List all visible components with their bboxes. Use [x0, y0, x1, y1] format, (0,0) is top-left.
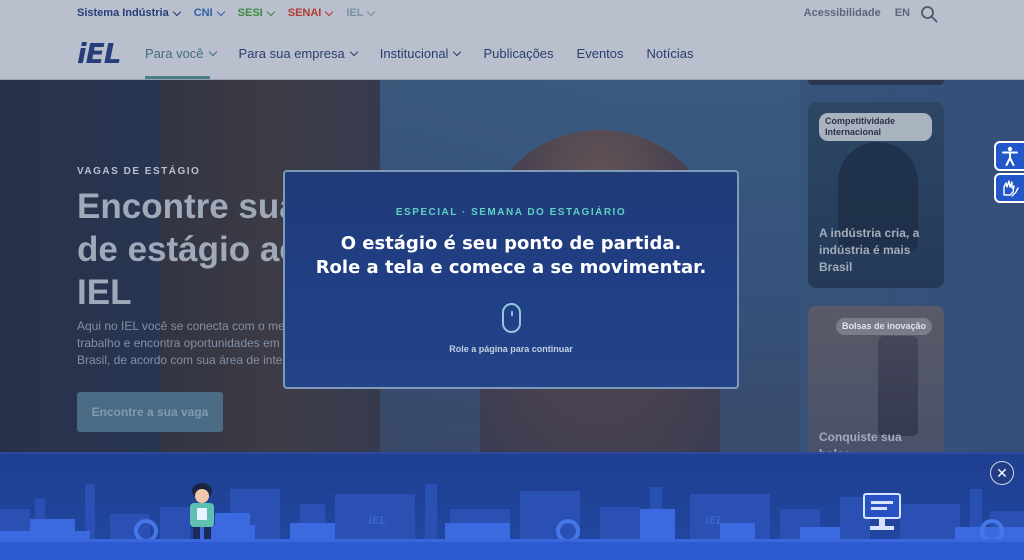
- close-icon: ✕: [996, 465, 1008, 481]
- internship-week-modal: ESPECIAL · SEMANA DO ESTAGIÁRIO O estági…: [283, 170, 739, 389]
- top-utility-right: Acessibilidade EN: [804, 7, 910, 19]
- chevron-down-icon: [208, 47, 217, 56]
- promo-banner: iEL iEL: [0, 452, 1024, 560]
- find-internship-button[interactable]: Encontre a sua vaga: [77, 392, 223, 432]
- site-header: Sistema Indústria CNI SESI SENAI IEL Ace…: [0, 0, 1024, 80]
- topnav-label: Sistema Indústria: [77, 7, 169, 19]
- card-competitividade[interactable]: Competitividade Internacional A indústri…: [808, 102, 944, 288]
- svg-text:iEL: iEL: [368, 514, 386, 527]
- svg-text:iEL: iEL: [705, 514, 723, 527]
- language-switch[interactable]: EN: [895, 7, 910, 19]
- chevron-down-icon: [349, 47, 359, 56]
- nav-institucional[interactable]: Institucional: [379, 46, 462, 61]
- nav-para-voce[interactable]: Para você: [145, 46, 217, 61]
- card-previous-edge[interactable]: [808, 80, 944, 85]
- nav-label: Notícias: [646, 46, 694, 61]
- hero-eyebrow: VAGAS DE ESTÁGIO: [77, 166, 201, 177]
- close-banner-button[interactable]: ✕: [990, 461, 1014, 485]
- scroll-hint: Role a página para continuar: [449, 344, 573, 354]
- nav-label: Para você: [145, 46, 204, 61]
- monitor-illustration: [863, 493, 901, 530]
- topnav-label: SESI: [237, 7, 263, 19]
- card-bolsas-inovacao[interactable]: Bolsas de inovação Conquiste sua bolsa: [808, 306, 944, 452]
- nav-label: Eventos: [576, 46, 624, 61]
- nav-label: Institucional: [379, 46, 449, 61]
- card-title: A indústria cria, a indústria é mais Bra…: [819, 226, 920, 274]
- nav-noticias[interactable]: Notícias: [647, 46, 694, 61]
- topnav-label: IEL: [346, 7, 364, 19]
- modal-title: O estágio é seu ponto de partida. Role a…: [285, 232, 737, 280]
- chevron-down-icon: [367, 7, 376, 16]
- topnav-iel[interactable]: IEL: [346, 7, 376, 19]
- card-microscope-image: [878, 336, 918, 436]
- accessibility-widget-button[interactable]: [994, 141, 1024, 171]
- chevron-down-icon: [216, 7, 225, 16]
- hero-description: Aqui no IEL você se conecta com o me tra…: [77, 319, 285, 367]
- topnav-sistema-industria[interactable]: Sistema Indústria: [77, 7, 181, 19]
- chevron-down-icon: [172, 7, 181, 16]
- chevron-down-icon: [266, 7, 275, 16]
- modal-title-line-2: Role a tela e comece a se movimentar.: [315, 257, 707, 278]
- card-badge: Competitividade Internacional: [819, 113, 932, 141]
- nav-para-sua-empresa[interactable]: Para sua empresa: [238, 46, 359, 61]
- active-nav-indicator: [145, 76, 210, 79]
- main-nav: Para você Para sua empresa Institucional…: [145, 46, 694, 61]
- nav-label: Publicações: [483, 46, 554, 61]
- scroll-mouse-icon: [502, 303, 521, 333]
- card-badge: Bolsas de inovação: [835, 318, 932, 335]
- sign-language-widget-button[interactable]: [994, 173, 1024, 203]
- topnav-label: SENAI: [287, 7, 322, 19]
- accessibility-link[interactable]: Acessibilidade: [804, 7, 881, 19]
- topnav-senai[interactable]: SENAI: [287, 7, 334, 19]
- sign-language-hands-icon: [1003, 180, 1019, 197]
- nav-publicacoes[interactable]: Publicações: [483, 46, 553, 61]
- topnav-label: CNI: [193, 7, 213, 19]
- top-utility-nav: Sistema Indústria CNI SESI SENAI IEL: [77, 7, 376, 19]
- modal-eyebrow: ESPECIAL · SEMANA DO ESTAGIÁRIO: [395, 207, 627, 218]
- modal-title-line-1: O estágio é seu ponto de partida.: [340, 233, 682, 254]
- search-icon[interactable]: [920, 5, 938, 23]
- nav-label: Para sua empresa: [238, 46, 345, 61]
- intern-character-illustration: [190, 483, 214, 541]
- accessibility-person-icon: [1002, 146, 1018, 166]
- hero-title: Encontre sua de estágio ac IEL: [77, 187, 299, 312]
- card-title: Conquiste sua bolsa: [819, 430, 902, 452]
- nav-eventos[interactable]: Eventos: [577, 46, 624, 61]
- chevron-down-icon: [453, 47, 462, 56]
- chevron-down-icon: [325, 7, 334, 16]
- iel-logo[interactable]: iEL: [77, 37, 122, 70]
- banner-floor: [0, 542, 1024, 560]
- topnav-cni[interactable]: CNI: [193, 7, 225, 19]
- topnav-sesi[interactable]: SESI: [237, 7, 275, 19]
